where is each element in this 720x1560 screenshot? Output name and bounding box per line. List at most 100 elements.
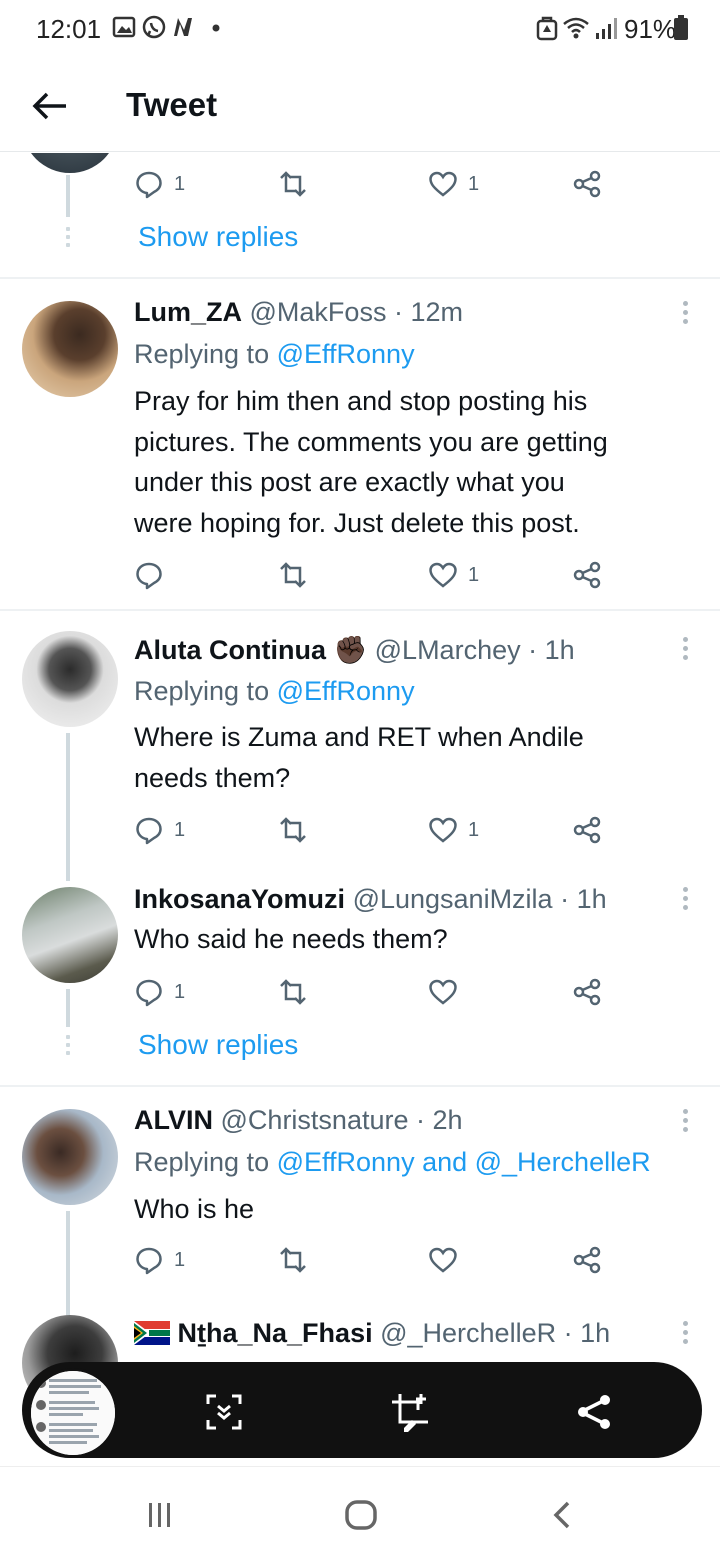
reply-count: 1 xyxy=(174,818,186,841)
scroll-capture-icon[interactable] xyxy=(204,1392,244,1432)
retweet-icon xyxy=(280,171,306,197)
tweet-header: Aluta Continua ✊🏿 @LMarchey · 1h xyxy=(134,634,575,666)
app-bar: Tweet xyxy=(0,58,720,152)
reply-button[interactable]: 1 xyxy=(134,1243,185,1277)
wifi-icon xyxy=(563,17,589,39)
avatar[interactable] xyxy=(22,1109,118,1205)
mention-link[interactable]: @EffRonny xyxy=(277,339,415,369)
reply-button[interactable] xyxy=(134,558,174,592)
reply-icon xyxy=(136,979,162,1007)
crop-edit-icon[interactable] xyxy=(390,1392,430,1432)
mention-link[interactable]: @EffRonny and @_HerchelleR xyxy=(277,1147,651,1177)
share-icon xyxy=(573,561,601,589)
heart-icon xyxy=(429,171,457,197)
retweet-button[interactable] xyxy=(278,167,308,201)
heart-icon xyxy=(429,979,457,1005)
reply-icon xyxy=(136,1247,162,1275)
replying-to: Replying to @EffRonny xyxy=(134,676,415,706)
south-africa-flag-icon xyxy=(134,1321,170,1345)
share-button[interactable] xyxy=(572,558,602,592)
fist-emoji: ✊🏿 xyxy=(333,635,368,665)
thread-line xyxy=(66,733,70,881)
avatar[interactable] xyxy=(22,153,118,173)
timestamp: · 12m xyxy=(393,297,463,327)
more-options-button[interactable] xyxy=(680,637,690,665)
status-bar: 12:01 91% xyxy=(0,0,720,56)
back-arrow-icon[interactable] xyxy=(30,86,70,126)
thread-line xyxy=(66,989,70,1027)
more-options-button[interactable] xyxy=(680,887,690,915)
share-button[interactable] xyxy=(572,813,602,847)
avatar[interactable] xyxy=(22,631,118,727)
reply-button[interactable]: 1 xyxy=(134,975,185,1009)
show-replies-link[interactable]: Show replies xyxy=(138,1029,298,1061)
retweet-icon xyxy=(280,979,306,1005)
handle[interactable]: @MakFoss xyxy=(250,297,387,327)
more-options-button[interactable] xyxy=(680,1321,690,1349)
like-count: 1 xyxy=(468,818,480,841)
system-nav-bar xyxy=(0,1466,720,1560)
reply-count: 1 xyxy=(174,980,186,1003)
handle[interactable]: @LungsaniMzila xyxy=(353,884,553,914)
tweet-header: Lum_ZA @MakFoss · 12m xyxy=(134,297,463,328)
tweet-actions: 1 1 xyxy=(134,167,614,201)
home-icon[interactable] xyxy=(344,1499,378,1531)
reply-icon xyxy=(136,817,162,845)
screenshot-thumbnail[interactable] xyxy=(28,1368,118,1458)
like-button[interactable] xyxy=(428,975,468,1009)
reply-button[interactable]: 1 xyxy=(134,813,185,847)
reply-count: 1 xyxy=(174,172,186,195)
mention-link[interactable]: @EffRonny xyxy=(277,676,415,706)
timestamp: · 1h xyxy=(563,1318,611,1348)
display-name[interactable]: Aluta Continua xyxy=(134,635,326,665)
screenshot-toolbar xyxy=(22,1362,702,1458)
like-button[interactable] xyxy=(428,1243,468,1277)
timestamp: · 1h xyxy=(560,884,607,914)
display-name[interactable]: ALVIN xyxy=(134,1105,213,1135)
tweet-text: Who said he needs them? xyxy=(134,924,448,954)
handle[interactable]: @LMarchey xyxy=(375,635,521,665)
display-name[interactable]: InkosanaYomuzi xyxy=(134,884,345,914)
tweet-text: Who is he xyxy=(134,1194,255,1224)
handle[interactable]: @_HerchelleR xyxy=(380,1318,556,1348)
display-name[interactable]: Lum_ZA xyxy=(134,297,242,327)
replies-feed[interactable]: 1 1 Show replies Lum_ZA @MakFoss · 12m R… xyxy=(0,153,720,1393)
battery-icon xyxy=(674,15,688,40)
retweet-button[interactable] xyxy=(278,813,308,847)
thread-collapsed-dots xyxy=(65,227,71,251)
avatar[interactable] xyxy=(22,887,118,983)
more-options-button[interactable] xyxy=(680,301,690,329)
timestamp: · 2h xyxy=(416,1105,463,1135)
signal-icon xyxy=(596,18,617,39)
share-icon xyxy=(573,978,601,1006)
share-button[interactable] xyxy=(572,1243,602,1277)
like-count: 1 xyxy=(468,172,480,195)
display-name[interactable]: Nṯha_Na_Fhasi xyxy=(178,1318,373,1348)
show-replies-link[interactable]: Show replies xyxy=(138,221,298,253)
share-icon[interactable] xyxy=(574,1392,614,1432)
retweet-icon xyxy=(280,562,306,588)
more-options-button[interactable] xyxy=(680,1109,690,1137)
tweet-header: InkosanaYomuzi @LungsaniMzila · 1h xyxy=(134,884,607,915)
reply-count: 1 xyxy=(174,1248,186,1271)
tweet-text: Where is Zuma and RET when Andile needs … xyxy=(134,722,584,793)
retweet-button[interactable] xyxy=(278,558,308,592)
back-nav-icon[interactable] xyxy=(550,1499,574,1531)
retweet-button[interactable] xyxy=(278,1243,308,1277)
share-button[interactable] xyxy=(572,975,602,1009)
reply-button[interactable]: 1 xyxy=(134,167,185,201)
heart-icon xyxy=(429,1247,457,1273)
tweet-actions: 1 xyxy=(134,558,614,592)
like-button[interactable]: 1 xyxy=(428,167,479,201)
like-button[interactable]: 1 xyxy=(428,558,479,592)
share-button[interactable] xyxy=(572,167,602,201)
heart-icon xyxy=(429,817,457,843)
avatar[interactable] xyxy=(22,301,118,397)
divider xyxy=(0,609,720,611)
tweet-actions: 1 1 xyxy=(134,813,614,847)
like-button[interactable]: 1 xyxy=(428,813,479,847)
recent-apps-icon[interactable] xyxy=(144,1499,176,1531)
handle[interactable]: @Christsnature xyxy=(221,1105,409,1135)
page-title: Tweet xyxy=(126,86,218,123)
retweet-button[interactable] xyxy=(278,975,308,1009)
